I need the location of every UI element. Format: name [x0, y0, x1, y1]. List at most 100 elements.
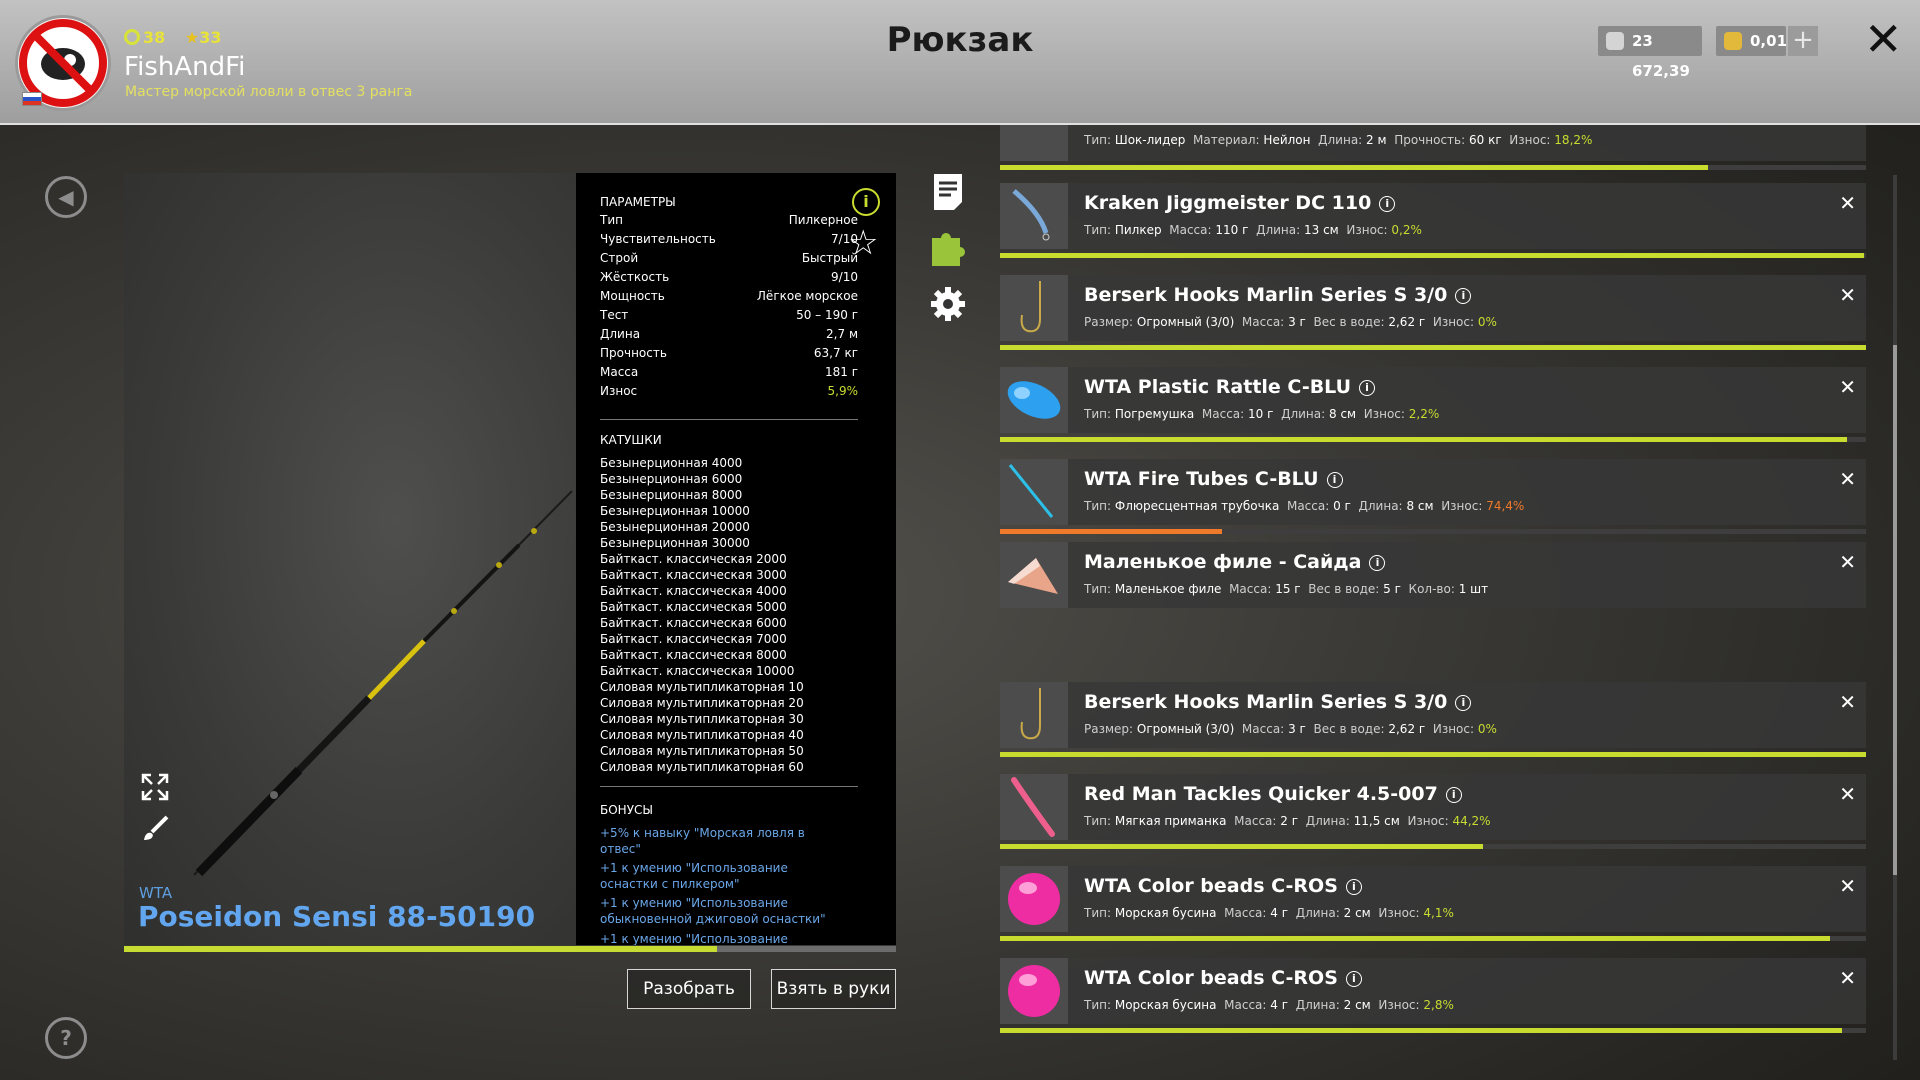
info-icon[interactable]: i	[1345, 879, 1362, 895]
param-key: Строй	[600, 251, 639, 265]
desc-value: 10 г	[1248, 407, 1274, 421]
scrollbar-thumb[interactable]	[1893, 345, 1897, 875]
tackle-name-text: WTA Plastic Rattle C-BLU	[1084, 376, 1352, 398]
info-icon[interactable]: i	[1359, 380, 1376, 396]
param-value: 63,7 кг	[813, 346, 858, 360]
gold-coins-icon	[1724, 32, 1742, 50]
desc-value: 8 см	[1406, 499, 1434, 513]
silver-value: 23 672,39	[1632, 32, 1690, 80]
tackle-name-text: Berserk Hooks Marlin Series S 3/0	[1084, 691, 1448, 713]
desc-key: Тип:	[1084, 582, 1112, 596]
tackle-card[interactable]: Red Man Tackles Quicker 4.5-007 i Тип: Мяг…	[1000, 774, 1866, 840]
remove-button[interactable]: ✕	[1839, 467, 1856, 491]
tackle-card[interactable]: Маленькое филе - Сайда i Тип: Маленькое фи…	[1000, 542, 1866, 608]
remove-button[interactable]: ✕	[1839, 966, 1856, 990]
param-value: 9/10	[831, 270, 858, 284]
tackle-name: Маленькое филе - Сайда i	[1084, 551, 1386, 573]
desc-key: Размер:	[1084, 722, 1134, 736]
tackle-card[interactable]: WTA Color beads C-ROS i Тип: Морская бусин…	[1000, 958, 1866, 1024]
param-value: 181 г	[824, 365, 858, 379]
info-icon[interactable]: i	[1445, 787, 1462, 803]
info-icon[interactable]: i	[1455, 288, 1472, 304]
bead-thumbnail	[1000, 958, 1068, 1024]
param-key: Тип	[600, 213, 623, 227]
remove-button[interactable]: ✕	[1839, 375, 1856, 399]
divider	[600, 419, 858, 420]
tackle-card[interactable]: Berserk Hooks Marlin Series S 3/0 i Размер…	[1000, 682, 1866, 748]
favorite-star-icon[interactable]: ☆	[848, 226, 878, 260]
remove-button[interactable]: ✕	[1839, 690, 1856, 714]
tackle-description: Размер: Огромный (3/0) Масса: 3 г Вес в …	[1084, 722, 1497, 736]
wear-key: Износ:	[1509, 133, 1551, 147]
gear-icon[interactable]	[930, 284, 966, 324]
scrollbar[interactable]	[1893, 175, 1897, 1060]
tackle-card[interactable]: WTA Fire Tubes C-BLU i Тип: Флюресцентная …	[1000, 459, 1866, 525]
param-value: 50 – 190 г	[796, 308, 858, 322]
expand-icon[interactable]	[140, 772, 170, 802]
desc-value: 3 г	[1288, 315, 1306, 329]
info-icon[interactable]: i	[1455, 695, 1472, 711]
desc-value: 0 г	[1333, 499, 1351, 513]
wear-bar	[1000, 529, 1866, 534]
close-button[interactable]: ✕	[1864, 16, 1903, 62]
param-row: Чувствительность 7/10	[600, 232, 858, 250]
reel-item: Безынерционная 30000	[600, 536, 750, 550]
help-button[interactable]: ?	[45, 1017, 87, 1059]
desc-key: Масса:	[1286, 499, 1330, 513]
desc-key: Вес в воде:	[1313, 315, 1385, 329]
desc-key: Масса:	[1224, 998, 1267, 1012]
wear-key: Износ:	[1432, 315, 1475, 329]
wear-key: Износ:	[1378, 906, 1420, 920]
info-icon[interactable]: i	[1379, 196, 1396, 212]
desc-value: 2 м	[1366, 133, 1387, 147]
tackle-card[interactable]: WTA Color beads C-ROS i Тип: Морская бусин…	[1000, 866, 1866, 932]
tackle-name-text: Red Man Tackles Quicker 4.5-007	[1084, 783, 1438, 805]
tackle-name-text: WTA Color beads C-ROS	[1084, 875, 1338, 897]
info-icon[interactable]: i	[852, 188, 880, 216]
desc-key: Масса:	[1234, 814, 1277, 828]
notes-icon[interactable]	[930, 172, 966, 212]
remove-button[interactable]: ✕	[1839, 283, 1856, 307]
param-value: 2,7 м	[826, 327, 858, 341]
tackle-card[interactable]: Тип: Шок-лидер Материал: Нейлон Длина: 2…	[1000, 125, 1866, 161]
desc-key: Масса:	[1224, 906, 1267, 920]
wear-bar-fill	[1000, 752, 1866, 757]
disassemble-button[interactable]: Разобрать	[627, 969, 751, 1009]
desc-key: Тип:	[1084, 499, 1112, 513]
desc-key: Масса:	[1241, 315, 1285, 329]
remove-button[interactable]: ✕	[1839, 191, 1856, 215]
remove-button[interactable]: ✕	[1839, 874, 1856, 898]
tackle-card[interactable]: WTA Plastic Rattle C-BLU i Тип: Погремушка…	[1000, 367, 1866, 433]
desc-value: 13 см	[1303, 223, 1339, 237]
info-icon[interactable]: i	[1326, 472, 1343, 488]
tackle-description: Тип: Погремушка Масса: 10 г Длина: 8 см …	[1084, 407, 1439, 421]
desc-value: 15 г	[1275, 582, 1301, 596]
param-key: Чувствительность	[600, 232, 716, 246]
desc-value: Огромный (3/0)	[1136, 722, 1235, 736]
reel-item: Безынерционная 20000	[600, 520, 750, 534]
tackle-card[interactable]: Kraken Jiggmeister DC 110 i Тип: Пилкер Ма…	[1000, 183, 1866, 249]
item-preview[interactable]	[124, 173, 576, 945]
remove-button[interactable]: ✕	[1839, 550, 1856, 574]
paint-brush-icon[interactable]	[140, 814, 170, 844]
add-currency-button[interactable]: +	[1788, 26, 1818, 56]
remove-button[interactable]: ✕	[1839, 782, 1856, 806]
leader-thumbnail	[1000, 125, 1068, 161]
reel-item: Безынерционная 8000	[600, 488, 743, 502]
desc-key: Масса:	[1229, 582, 1272, 596]
tackle-list[interactable]: Тип: Шок-лидер Материал: Нейлон Длина: 2…	[1000, 125, 1866, 1080]
info-icon[interactable]: i	[1369, 555, 1386, 571]
wear-bar-fill	[1000, 345, 1866, 350]
desc-key: Длина:	[1295, 906, 1340, 920]
bead-thumbnail	[1000, 866, 1068, 932]
tackle-card[interactable]: Berserk Hooks Marlin Series S 3/0 i Размер…	[1000, 275, 1866, 341]
tackle-name-text: Маленькое филе - Сайда	[1084, 551, 1362, 573]
bonus-item: +1 к умению "Использование обыкновенной …	[600, 896, 826, 926]
info-icon[interactable]: i	[1345, 971, 1362, 987]
puzzle-icon[interactable]	[930, 228, 966, 268]
take-in-hands-button[interactable]: Взять в руки	[771, 969, 896, 1009]
desc-key: Тип:	[1084, 906, 1112, 920]
desc-key: Материал:	[1193, 133, 1260, 147]
param-key: Длина	[600, 327, 641, 341]
back-button[interactable]: ◀	[45, 176, 87, 218]
